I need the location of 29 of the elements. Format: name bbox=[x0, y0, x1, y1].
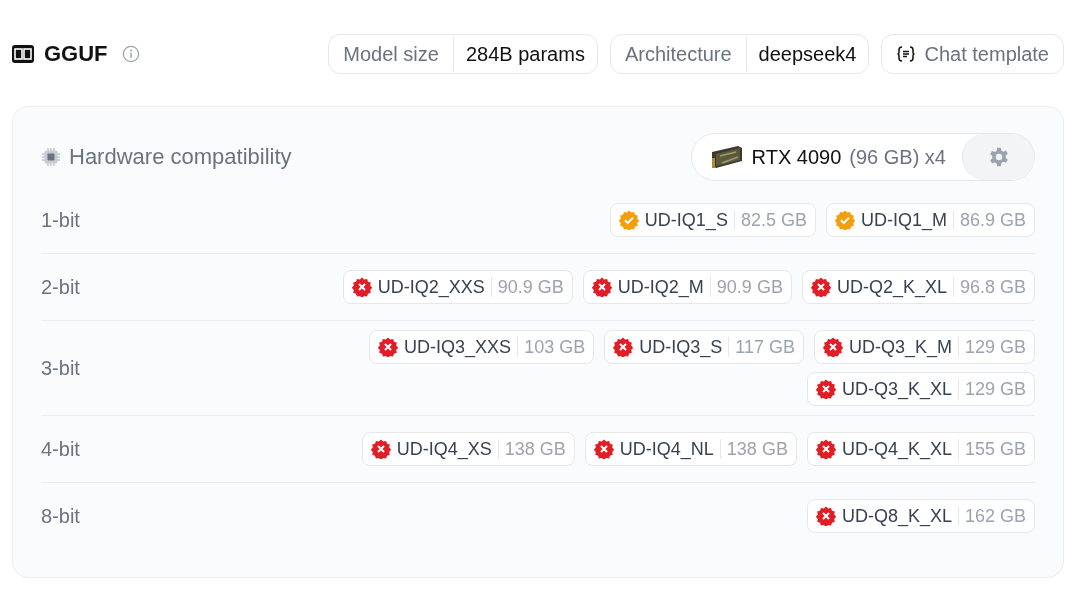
braces-icon bbox=[896, 44, 917, 64]
fact-value: 284B params bbox=[464, 42, 586, 67]
quant-chip[interactable]: UD-Q3_K_XL 129 GB bbox=[806, 372, 1035, 406]
fact-value: deepseek4 bbox=[757, 42, 858, 67]
quant-chip[interactable]: UD-IQ1_M 86.9 GB bbox=[825, 203, 1035, 237]
quant-chip[interactable]: UD-Q4_K_XL 155 GB bbox=[806, 432, 1035, 466]
quant-chip[interactable]: UD-IQ3_S 117 GB bbox=[604, 330, 804, 364]
gguf-logo-icon bbox=[12, 45, 34, 63]
bit-label: 3-bit bbox=[41, 356, 80, 380]
info-icon[interactable] bbox=[121, 45, 140, 63]
bit-label: 8-bit bbox=[41, 504, 80, 528]
quant-chip[interactable]: UD-IQ1_S 82.5 GB bbox=[609, 203, 816, 237]
quant-chip[interactable]: UD-Q8_K_XL 162 GB bbox=[806, 499, 1035, 533]
quant-chip[interactable]: UD-IQ2_M 90.9 GB bbox=[582, 270, 792, 304]
chip-icon bbox=[41, 147, 61, 167]
quant-chip[interactable]: UD-IQ2_XXS 90.9 GB bbox=[342, 270, 573, 304]
quant-chip[interactable]: UD-IQ3_XXS 103 GB bbox=[369, 330, 595, 364]
bit-label: 2-bit bbox=[41, 275, 80, 299]
quant-chip[interactable]: UD-Q2_K_XL 96.8 GB bbox=[801, 270, 1035, 304]
bit-label: 4-bit bbox=[41, 437, 80, 461]
bit-label: 1-bit bbox=[41, 208, 80, 232]
section-title: GGUF bbox=[44, 41, 108, 67]
quant-chip[interactable]: UD-IQ4_XS 138 GB bbox=[361, 432, 575, 466]
fact-label: Model size bbox=[329, 37, 454, 71]
fact-label: Architecture bbox=[610, 37, 747, 71]
hardware-title: Hardware compatibility bbox=[69, 144, 292, 170]
quant-chip[interactable]: UD-Q3_K_M 129 GB bbox=[813, 330, 1035, 364]
quant-chip[interactable]: UD-IQ4_NL 138 GB bbox=[584, 432, 797, 466]
chat-template-button[interactable]: Chat template bbox=[881, 34, 1064, 74]
